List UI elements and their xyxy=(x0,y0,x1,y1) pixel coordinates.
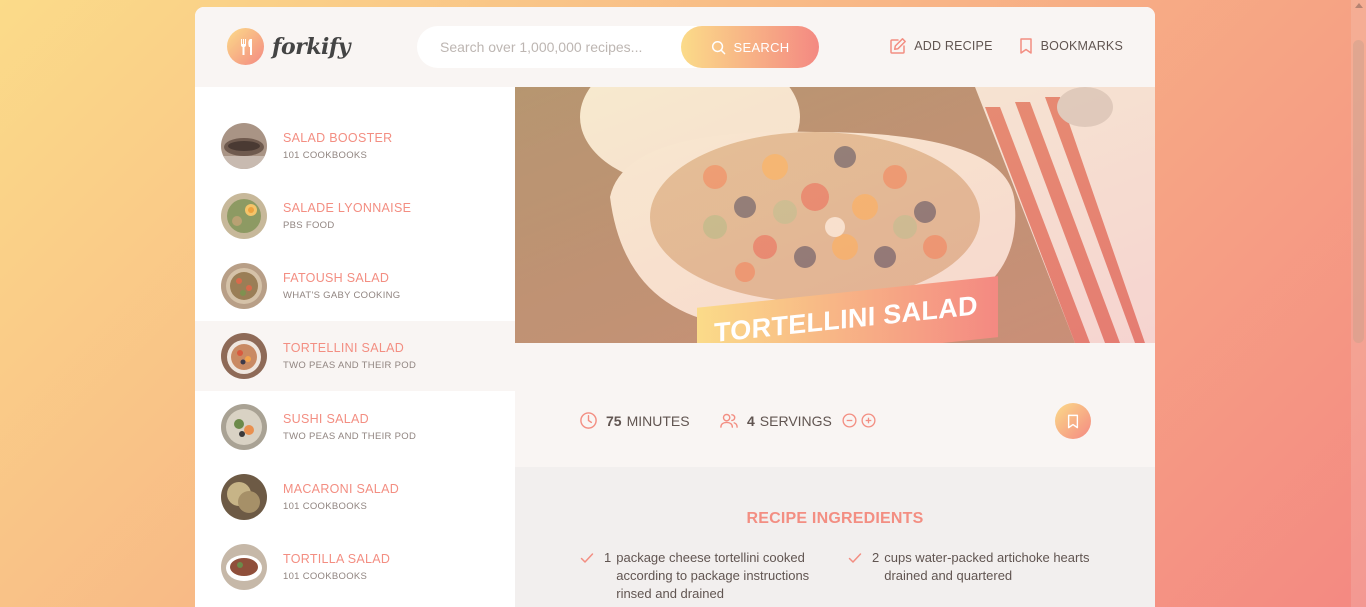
search-form: SEARCH xyxy=(417,26,819,68)
servings-label: SERVINGS xyxy=(759,412,832,429)
add-recipe-button[interactable]: ADD RECIPE xyxy=(889,37,992,55)
ingredient-description: cups water-packed artichoke hearts drain… xyxy=(884,550,1090,583)
result-item[interactable]: FATOUSH SALAD WHAT'S GABY COOKING xyxy=(195,251,515,321)
minus-circle-icon xyxy=(842,413,857,428)
plus-circle-icon xyxy=(861,413,876,428)
bookmark-icon xyxy=(1019,38,1032,54)
bookmarks-label: BOOKMARKS xyxy=(1040,39,1123,53)
recipe-details: 75 MINUTES 4 SERVINGS xyxy=(515,343,1155,467)
bookmark-recipe-button[interactable] xyxy=(1055,403,1091,439)
recipe-view: TORTELLINI SALAD 75 MINUTES 4 SERVINGS R… xyxy=(515,87,1155,607)
ingredient-quantity: 2 xyxy=(872,550,880,565)
users-icon xyxy=(720,413,738,428)
recipe-thumbnail xyxy=(221,474,267,520)
nav: ADD RECIPE BOOKMARKS xyxy=(864,37,1123,55)
ingredient-quantity: 1 xyxy=(604,550,612,565)
result-title: SALAD BOOSTER xyxy=(283,131,393,145)
recipe-thumbnail xyxy=(221,123,267,169)
minutes-value: 75 xyxy=(606,412,622,429)
result-publisher: TWO PEAS AND THEIR POD xyxy=(283,360,417,371)
result-title: FATOUSH SALAD xyxy=(283,271,390,285)
result-item[interactable]: SALAD BOOSTER 101 COOKBOOKS xyxy=(195,111,515,181)
result-publisher: 101 COOKBOOKS xyxy=(283,501,368,512)
scroll-up-arrow-icon[interactable] xyxy=(1355,3,1363,8)
search-results: SALAD BOOSTER 101 COOKBOOKS SALADE LYONN… xyxy=(195,87,515,607)
recipe-ingredients: RECIPE INGREDIENTS 1 package cheese tort… xyxy=(515,467,1155,607)
result-publisher: WHAT'S GABY COOKING xyxy=(283,290,401,301)
result-publisher: 101 COOKBOOKS xyxy=(283,150,368,161)
result-item[interactable]: SALADE LYONNAISE PBS FOOD xyxy=(195,181,515,251)
logo[interactable]: forkify xyxy=(227,28,351,65)
search-button-label: SEARCH xyxy=(733,39,790,55)
ingredients-heading: RECIPE INGREDIENTS xyxy=(746,510,924,527)
ingredient-item: 2 cups water-packed artichoke hearts dra… xyxy=(848,549,1094,585)
recipe-servings: 4 SERVINGS xyxy=(719,411,876,430)
check-icon xyxy=(848,553,862,563)
result-item[interactable]: SUSHI SALAD TWO PEAS AND THEIR POD xyxy=(195,392,515,462)
recipe-thumbnail xyxy=(221,544,267,590)
decrease-servings-button[interactable] xyxy=(842,413,857,428)
bookmarks-button[interactable]: BOOKMARKS xyxy=(1018,37,1123,55)
ingredient-description: package cheese tortellini cooked accordi… xyxy=(616,550,810,601)
result-publisher: TWO PEAS AND THEIR POD xyxy=(283,431,417,442)
result-publisher: PBS FOOD xyxy=(283,220,335,231)
add-recipe-label: ADD RECIPE xyxy=(914,39,993,53)
result-title: TORTILLA SALAD xyxy=(283,552,391,566)
edit-icon xyxy=(890,38,907,54)
recipe-duration: 75 MINUTES xyxy=(579,411,690,430)
result-title: MACARONI SALAD xyxy=(283,482,400,496)
logo-text: forkify xyxy=(272,33,351,60)
fork-knife-icon xyxy=(227,28,264,65)
ingredient-item: 1 package cheese tortellini cooked accor… xyxy=(580,549,816,603)
recipe-thumbnail xyxy=(221,193,267,239)
recipe-thumbnail xyxy=(221,263,267,309)
search-icon xyxy=(711,40,725,54)
result-publisher: 101 COOKBOOKS xyxy=(283,571,368,582)
scrollbar-thumb[interactable] xyxy=(1353,40,1364,343)
result-title: TORTELLINI SALAD xyxy=(283,341,405,355)
page-scrollbar[interactable] xyxy=(1351,0,1366,607)
check-icon xyxy=(580,553,594,563)
result-title: SUSHI SALAD xyxy=(283,412,369,426)
app-container: forkify SEARCH ADD RECIPE xyxy=(195,7,1155,607)
recipe-thumbnail xyxy=(221,333,267,379)
search-button[interactable]: SEARCH xyxy=(681,26,819,68)
result-item[interactable]: TORTILLA SALAD 101 COOKBOOKS xyxy=(195,532,515,602)
increase-servings-button[interactable] xyxy=(861,413,876,428)
clock-icon xyxy=(580,412,597,429)
header: forkify SEARCH ADD RECIPE xyxy=(195,7,1155,87)
result-title: SALADE LYONNAISE xyxy=(283,201,412,215)
recipe-thumbnail xyxy=(221,404,267,450)
result-item[interactable]: TORTELLINI SALAD TWO PEAS AND THEIR POD xyxy=(195,321,515,391)
result-item[interactable]: MACARONI SALAD 101 COOKBOOKS xyxy=(195,462,515,532)
bookmark-icon xyxy=(1067,414,1079,428)
minutes-label: MINUTES xyxy=(626,412,690,429)
servings-value: 4 xyxy=(747,412,755,429)
search-input[interactable] xyxy=(417,26,687,68)
